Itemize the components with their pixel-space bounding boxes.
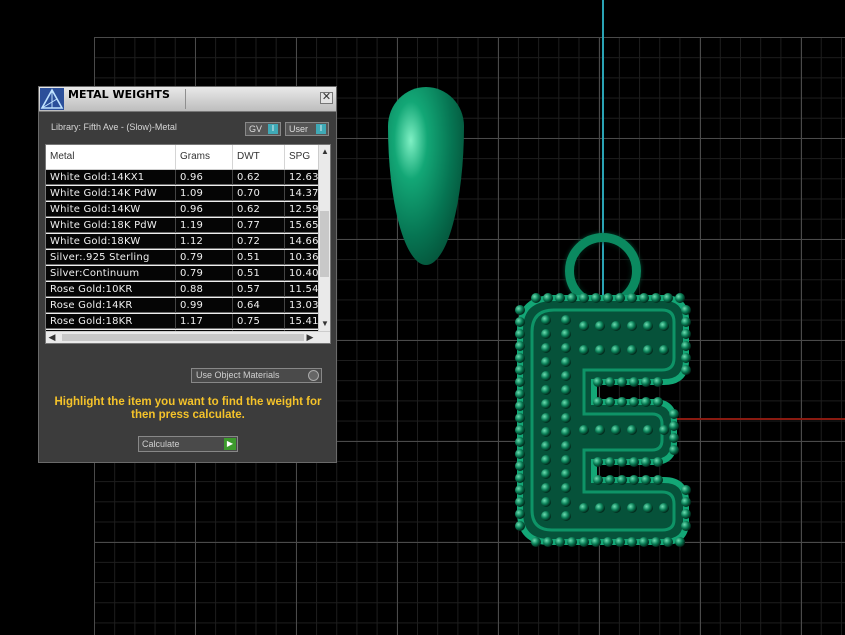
gv-toggle-label: GV — [249, 124, 263, 134]
cell-grams: 1.17 — [176, 314, 233, 329]
cell-metal: White Gold:14K PdW — [46, 186, 176, 201]
table-row[interactable]: White Gold:18KW 1.12 0.72 14.66 — [46, 234, 318, 250]
radio-icon — [308, 370, 319, 381]
table-row[interactable]: White Gold:14K PdW 1.09 0.70 14.37 — [46, 186, 318, 202]
letter-e-pendant-model[interactable] — [514, 290, 692, 548]
metal-weights-dialog: METAL WEIGHTS ✕ Library: Fifth Ave - (Sl… — [38, 86, 337, 463]
library-label: Library: Fifth Ave - (Slow)-Metal — [51, 122, 177, 132]
table-row[interactable]: White Gold:18K PdW 1.19 0.77 15.65 — [46, 218, 318, 234]
cell-dwt: 0.72 — [233, 234, 285, 249]
cell-metal: White Gold:14KW — [46, 202, 176, 217]
dialog-title: METAL WEIGHTS — [68, 88, 170, 101]
cell-metal: Rose Gold:10KR — [46, 282, 176, 297]
cell-spg: 14.66 — [285, 234, 318, 249]
cell-grams: 0.96 — [176, 170, 233, 185]
table-row[interactable]: Rose Gold:10KR 0.88 0.57 11.54 — [46, 282, 318, 298]
cell-dwt: 0.62 — [233, 170, 285, 185]
cell-dwt: 0.70 — [233, 186, 285, 201]
cell-dwt: 0.64 — [233, 298, 285, 313]
metal-table-body: Metal Grams DWT SPG White Gold:14KX1 0.96… — [46, 145, 318, 331]
table-row[interactable]: Rose Gold:18KR 1.17 0.75 15.41 — [46, 314, 318, 330]
vertical-scrollbar[interactable]: ▲ ▼ — [318, 145, 330, 331]
play-arrow-icon: ▶ — [224, 438, 236, 450]
cell-grams: 0.96 — [176, 202, 233, 217]
cell-grams: 1.09 — [176, 186, 233, 201]
metal-table: Metal Grams DWT SPG White Gold:14KX1 0.96… — [45, 144, 331, 344]
horizontal-scroll-thumb[interactable] — [62, 334, 304, 341]
gv-toggle[interactable]: GV I — [245, 122, 281, 136]
cell-metal: Rose Gold:14KR — [46, 298, 176, 313]
cell-grams: 0.79 — [176, 250, 233, 265]
instruction-text: Highlight the item you want to find the … — [54, 396, 322, 421]
cell-grams: 1.12 — [176, 234, 233, 249]
cell-spg: 13.03 — [285, 298, 318, 313]
column-header-grams[interactable]: Grams — [176, 145, 233, 169]
dialog-title-bar[interactable]: METAL WEIGHTS ✕ — [39, 87, 336, 112]
cell-dwt: 0.51 — [233, 250, 285, 265]
app-logo-icon — [40, 88, 64, 110]
cell-metal: White Gold:18KW — [46, 234, 176, 249]
cell-metal: White Gold:14KX1 — [46, 170, 176, 185]
viewport-margin-top — [0, 0, 845, 37]
cell-dwt: 0.77 — [233, 218, 285, 233]
cell-grams: 0.88 — [176, 282, 233, 297]
table-row[interactable]: White Gold:14KX1 0.96 0.62 12.63 — [46, 170, 318, 186]
use-object-materials-label: Use Object Materials — [196, 370, 280, 380]
calculate-button[interactable]: Calculate ▶ — [138, 436, 238, 452]
scroll-down-icon[interactable]: ▼ — [319, 317, 331, 331]
cell-spg: 10.36 — [285, 250, 318, 265]
scroll-up-icon[interactable]: ▲ — [319, 145, 331, 159]
cell-spg: 15.41 — [285, 314, 318, 329]
cell-metal: Silver:.925 Sterling — [46, 250, 176, 265]
column-header-spg[interactable]: SPG — [285, 145, 318, 169]
cell-spg: 12.63 — [285, 170, 318, 185]
table-header: Metal Grams DWT SPG — [46, 145, 318, 170]
cell-dwt: 0.51 — [233, 266, 285, 281]
scroll-left-icon[interactable]: ◀ — [46, 332, 58, 344]
table-row[interactable]: Silver:Continuum 0.79 0.51 10.40 — [46, 266, 318, 282]
use-object-materials-checkbox[interactable]: Use Object Materials — [191, 368, 322, 383]
calculate-label: Calculate — [142, 439, 180, 449]
cell-metal: White Gold:18K PdW — [46, 218, 176, 233]
cell-dwt: 0.62 — [233, 202, 285, 217]
column-header-dwt[interactable]: DWT — [233, 145, 285, 169]
cell-spg: 15.65 — [285, 218, 318, 233]
table-row[interactable]: Rose Gold:14KR 0.99 0.64 13.03 — [46, 298, 318, 314]
user-toggle[interactable]: User I — [285, 122, 329, 136]
cell-grams: 0.79 — [176, 266, 233, 281]
cell-grams: 1.19 — [176, 218, 233, 233]
cell-dwt: 0.75 — [233, 314, 285, 329]
cell-metal: Silver:Continuum — [46, 266, 176, 281]
cell-spg: 11.54 — [285, 282, 318, 297]
cell-metal: Rose Gold:18KR — [46, 314, 176, 329]
scroll-right-icon[interactable]: ▶ — [304, 332, 316, 344]
table-row[interactable]: White Gold:14KW 0.96 0.62 12.59 — [46, 202, 318, 218]
cell-spg: 14.37 — [285, 186, 318, 201]
cell-dwt: 0.57 — [233, 282, 285, 297]
cell-grams: 0.99 — [176, 298, 233, 313]
user-toggle-knob: I — [316, 124, 326, 134]
vertical-scroll-thumb[interactable] — [320, 211, 329, 277]
title-divider — [185, 89, 186, 109]
cell-spg: 12.59 — [285, 202, 318, 217]
column-header-metal[interactable]: Metal — [46, 145, 176, 169]
cell-spg: 10.40 — [285, 266, 318, 281]
table-row[interactable]: Silver:.925 Sterling 0.79 0.51 10.36 — [46, 250, 318, 266]
horizontal-scrollbar[interactable]: ◀ ▶ — [46, 331, 330, 343]
gv-toggle-knob: I — [268, 124, 278, 134]
close-button[interactable]: ✕ — [320, 92, 333, 104]
user-toggle-label: User — [289, 124, 309, 134]
